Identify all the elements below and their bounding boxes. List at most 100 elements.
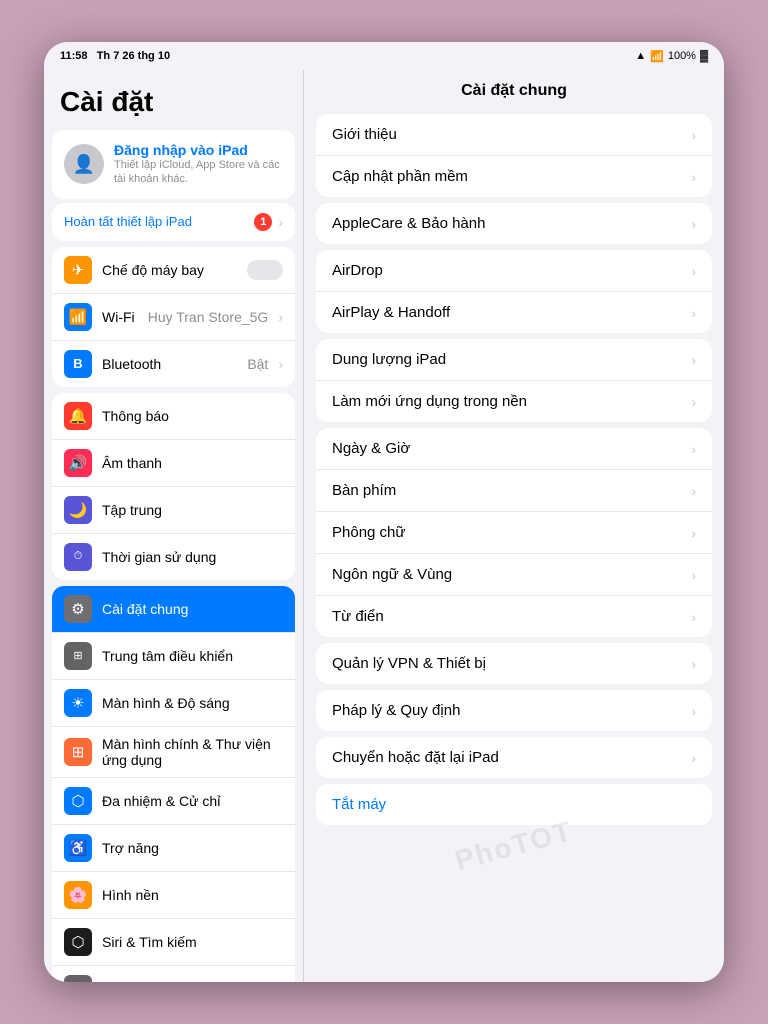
about-label: Giới thiệu [332, 126, 683, 143]
sidebar-item-bluetooth[interactable]: B Bluetooth Bật › [52, 341, 295, 387]
homescreen-icon: ⊞ [64, 738, 92, 766]
display-label: Màn hình & Độ sáng [102, 695, 283, 711]
avatar: 👤 [64, 144, 104, 184]
right-group-storage: Dung lượng iPad › Làm mới ứng dụng trong… [316, 339, 712, 422]
right-item-about[interactable]: Giới thiệu › [316, 114, 712, 156]
main-content: Cài đặt 👤 Đăng nhập vào iPad Thiết lập i… [44, 70, 724, 982]
right-item-airdrop[interactable]: AirDrop › [316, 250, 712, 292]
sidebar-group-notifications: 🔔 Thông báo 🔊 Âm thanh 🌙 Tập trung ⏱ Thờ… [52, 393, 295, 580]
focus-label: Tập trung [102, 502, 283, 518]
display-icon: ☀ [64, 689, 92, 717]
right-item-transfer[interactable]: Chuyển hoặc đặt lại iPad › [316, 737, 712, 778]
storage-label: Dung lượng iPad [332, 351, 683, 368]
setup-banner[interactable]: Hoàn tất thiết lập iPad 1 › [52, 203, 295, 241]
software-update-chevron-icon: › [691, 169, 696, 185]
right-group-vpn: Quản lý VPN & Thiết bị › [316, 643, 712, 684]
airdrop-label: AirDrop [332, 262, 683, 279]
right-item-storage[interactable]: Dung lượng iPad › [316, 339, 712, 381]
panel-title: Cài đặt chung [304, 70, 724, 108]
airplane-icon: ✈ [64, 256, 92, 284]
sidebar-item-display[interactable]: ☀ Màn hình & Độ sáng [52, 680, 295, 727]
wifi-chevron-icon: › [278, 309, 283, 325]
status-time-date: 11:58 Th 7 26 thg 10 [60, 50, 170, 62]
sidebar-item-pencil[interactable]: ✏ Apple Pencil [52, 966, 295, 982]
right-item-language[interactable]: Ngôn ngữ & Vùng › [316, 554, 712, 596]
wifi-label: Wi-Fi [102, 309, 138, 325]
wifi-icon: 📶 [64, 303, 92, 331]
homescreen-label: Màn hình chính & Thư viện ứng dụng [102, 736, 283, 768]
sidebar-group-connectivity: ✈ Chế độ máy bay 📶 Wi-Fi Huy Tran Store_… [52, 247, 295, 387]
sidebar-item-notification[interactable]: 🔔 Thông báo [52, 393, 295, 440]
screentime-icon: ⏱ [64, 543, 92, 571]
multitask-icon: ⬡ [64, 787, 92, 815]
siri-icon: ⬡ [64, 928, 92, 956]
right-item-software-update[interactable]: Cập nhật phần mềm › [316, 156, 712, 197]
control-label: Trung tâm điều khiển [102, 648, 283, 664]
bluetooth-chevron-icon: › [278, 356, 283, 372]
wifi-value: Huy Tran Store_5G [148, 309, 269, 325]
right-item-keyboard[interactable]: Bàn phím › [316, 470, 712, 512]
sidebar-item-general[interactable]: ⚙ Cài đặt chung [52, 586, 295, 633]
pencil-icon: ✏ [64, 975, 92, 982]
siri-label: Siri & Tìm kiếm [102, 934, 283, 950]
wifi-status-icon: 📶 [650, 50, 664, 63]
focus-icon: 🌙 [64, 496, 92, 524]
sidebar-item-sound[interactable]: 🔊 Âm thanh [52, 440, 295, 487]
right-group-legal: Pháp lý & Quy định › [316, 690, 712, 731]
right-item-vpn[interactable]: Quản lý VPN & Thiết bị › [316, 643, 712, 684]
wallpaper-label: Hình nền [102, 887, 283, 903]
bluetooth-icon: B [64, 350, 92, 378]
fonts-label: Phông chữ [332, 524, 683, 541]
right-group-about: Giới thiệu › Cập nhật phần mềm › [316, 114, 712, 197]
sidebar-item-airplane[interactable]: ✈ Chế độ máy bay [52, 247, 295, 294]
language-chevron-icon: › [691, 567, 696, 583]
sidebar-item-wallpaper[interactable]: 🌸 Hình nền [52, 872, 295, 919]
sound-icon: 🔊 [64, 449, 92, 477]
accessibility-label: Trợ năng [102, 840, 283, 856]
sidebar-item-control[interactable]: ⊞ Trung tâm điều khiển [52, 633, 295, 680]
notification-icon: 🔔 [64, 402, 92, 430]
right-item-dictionary[interactable]: Từ điển › [316, 596, 712, 637]
sidebar-item-screentime[interactable]: ⏱ Thời gian sử dụng [52, 534, 295, 580]
airplane-toggle[interactable] [247, 260, 283, 280]
account-subtitle: Thiết lập iCloud, App Store và các tài k… [114, 158, 283, 187]
control-icon: ⊞ [64, 642, 92, 670]
vpn-label: Quản lý VPN & Thiết bị [332, 655, 683, 672]
battery-icon: ▓ [700, 50, 708, 62]
sidebar-group-system: ⚙ Cài đặt chung ⊞ Trung tâm điều khiển ☀… [52, 586, 295, 982]
general-icon: ⚙ [64, 595, 92, 623]
airplay-chevron-icon: › [691, 305, 696, 321]
right-item-fonts[interactable]: Phông chữ › [316, 512, 712, 554]
about-chevron-icon: › [691, 127, 696, 143]
keyboard-label: Bàn phím [332, 482, 683, 499]
right-group-locale: Ngày & Giờ › Bàn phím › Phông chữ › Ngôn… [316, 428, 712, 637]
status-bar: 11:58 Th 7 26 thg 10 ▲ 📶 100% ▓ [44, 42, 724, 70]
sidebar-item-siri[interactable]: ⬡ Siri & Tìm kiếm [52, 919, 295, 966]
ipad-frame: 11:58 Th 7 26 thg 10 ▲ 📶 100% ▓ Cài đặt … [44, 42, 724, 982]
applecare-label: AppleCare & Bảo hành [332, 215, 683, 232]
right-item-legal[interactable]: Pháp lý & Quy định › [316, 690, 712, 731]
shutdown-label: Tắt máy [332, 796, 386, 813]
right-item-datetime[interactable]: Ngày & Giờ › [316, 428, 712, 470]
signal-icon: ▲ [635, 50, 646, 62]
bgrefresh-label: Làm mới ứng dụng trong nền [332, 393, 683, 410]
right-item-bgrefresh[interactable]: Làm mới ứng dụng trong nền › [316, 381, 712, 422]
date: Th 7 26 thg 10 [97, 50, 170, 62]
sidebar-item-wifi[interactable]: 📶 Wi-Fi Huy Tran Store_5G › [52, 294, 295, 341]
sidebar-item-focus[interactable]: 🌙 Tập trung [52, 487, 295, 534]
right-group-applecare: AppleCare & Bảo hành › [316, 203, 712, 244]
setup-badge: 1 [254, 213, 272, 231]
right-item-applecare[interactable]: AppleCare & Bảo hành › [316, 203, 712, 244]
time: 11:58 [60, 50, 88, 62]
accessibility-icon: ♿ [64, 834, 92, 862]
sidebar-item-homescreen[interactable]: ⊞ Màn hình chính & Thư viện ứng dụng [52, 727, 295, 778]
shutdown-link[interactable]: Tắt máy [316, 784, 712, 825]
sidebar-item-multitask[interactable]: ⬡ Đa nhiệm & Cử chỉ [52, 778, 295, 825]
bluetooth-value: Bật [247, 356, 268, 372]
sidebar-item-accessibility[interactable]: ♿ Trợ năng [52, 825, 295, 872]
dictionary-chevron-icon: › [691, 609, 696, 625]
account-section[interactable]: 👤 Đăng nhập vào iPad Thiết lập iCloud, A… [52, 130, 295, 199]
storage-chevron-icon: › [691, 352, 696, 368]
general-label: Cài đặt chung [102, 601, 283, 617]
right-item-airplay[interactable]: AirPlay & Handoff › [316, 292, 712, 333]
